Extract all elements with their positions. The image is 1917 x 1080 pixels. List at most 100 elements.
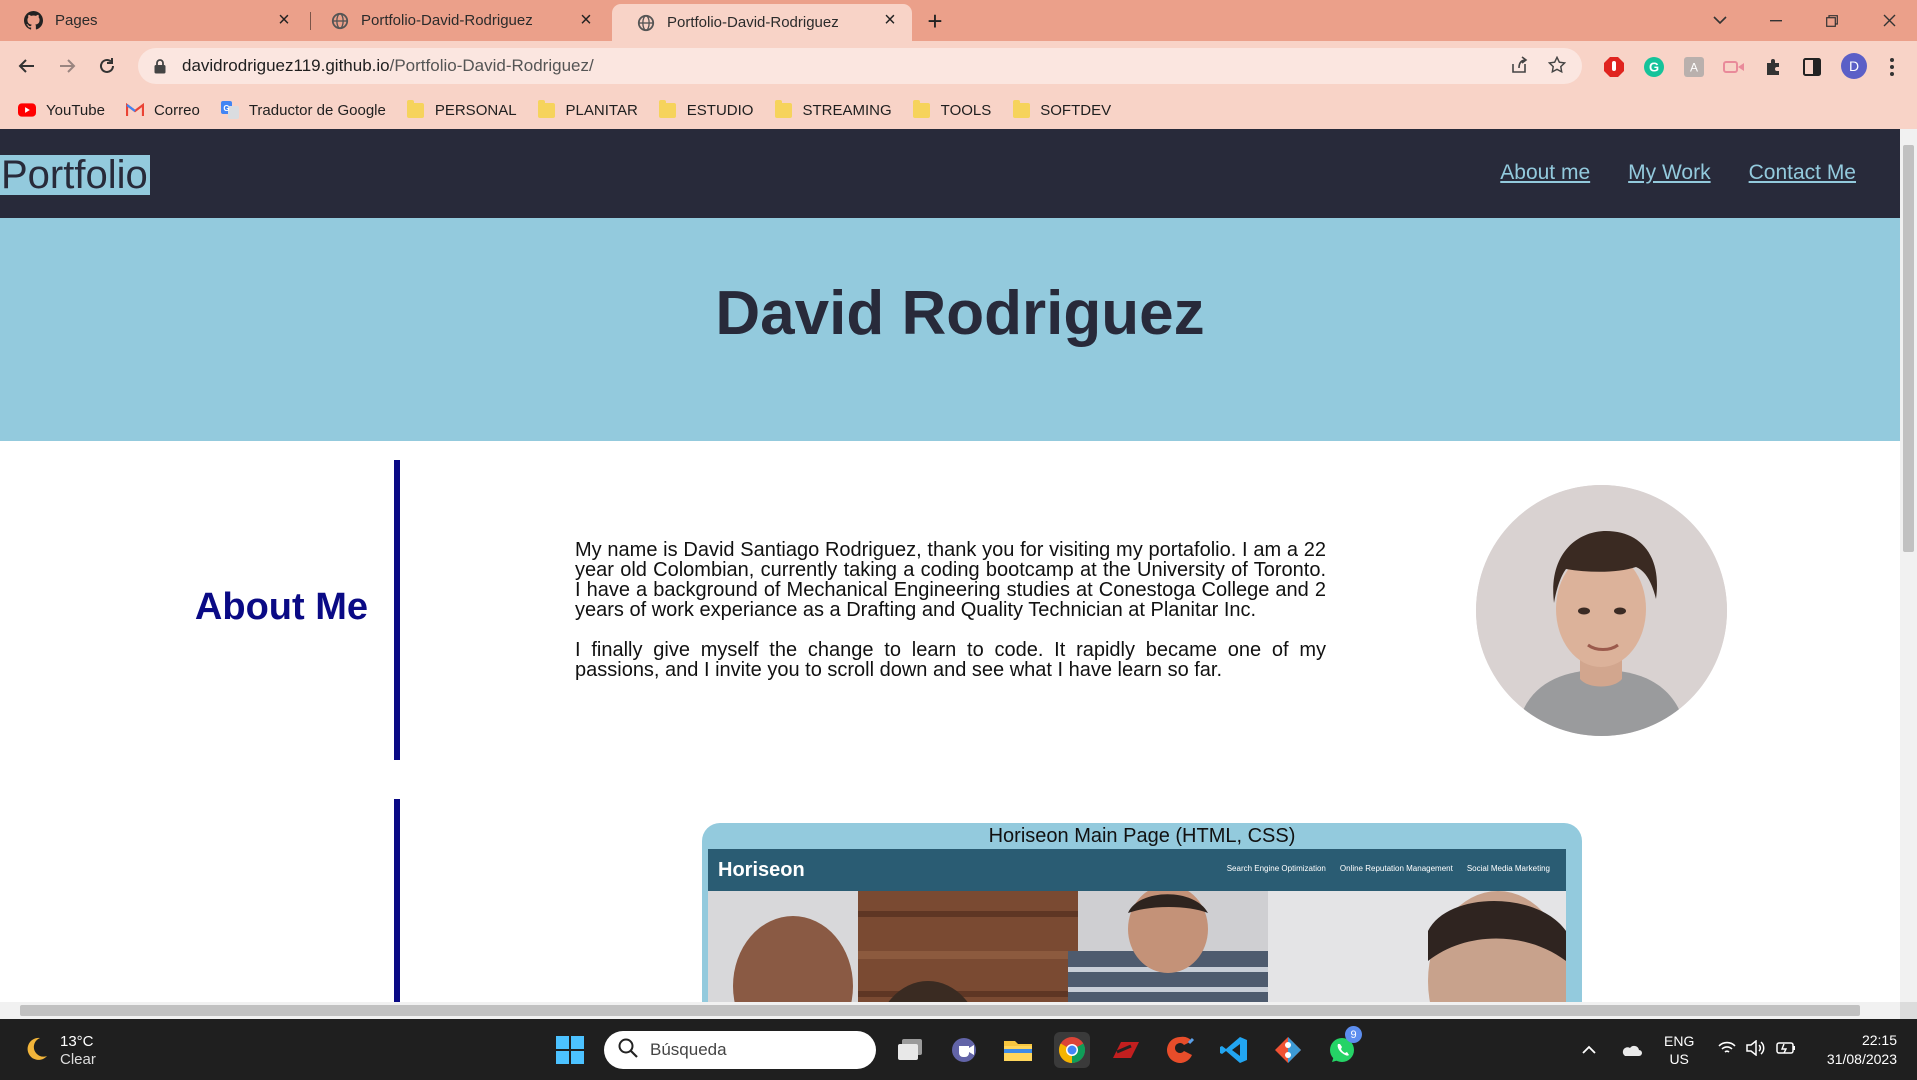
close-tab-icon[interactable]: × xyxy=(880,9,900,31)
clock-time: 22:15 xyxy=(1861,1032,1897,1048)
bookmark-label: ESTUDIO xyxy=(686,101,754,119)
profile-avatar[interactable]: D xyxy=(1840,52,1868,80)
ccleaner-icon[interactable] xyxy=(1162,1032,1198,1068)
tab-pages[interactable]: Pages × xyxy=(0,0,306,41)
search-placeholder: Búsqueda xyxy=(650,1040,727,1059)
github-icon xyxy=(24,11,43,30)
vertical-scrollbar-thumb[interactable] xyxy=(1903,145,1914,552)
vscode-icon[interactable] xyxy=(1216,1032,1252,1068)
reload-button[interactable] xyxy=(92,51,122,81)
tab-title: Pages xyxy=(55,12,98,29)
bookmark-folder-streaming[interactable]: STREAMING xyxy=(774,99,892,119)
bookmark-folder-estudio[interactable]: ESTUDIO xyxy=(659,99,754,119)
side-panel-icon[interactable] xyxy=(1800,55,1824,79)
horiseon-nav-link: Search Engine Optimization xyxy=(1226,864,1326,873)
profile-photo xyxy=(1476,485,1727,736)
horiseon-hero-image xyxy=(708,891,1566,1002)
bookmark-folder-tools[interactable]: TOOLS xyxy=(913,99,992,119)
site-brand: Portfolio xyxy=(0,153,150,197)
horiseon-nav-link: Online Reputation Management xyxy=(1339,864,1453,873)
work-screenshot[interactable]: Horiseon Search Engine Optimization Onli… xyxy=(708,849,1566,1002)
more-menu-icon[interactable] xyxy=(1882,55,1902,79)
translate-extension-icon[interactable]: A xyxy=(1682,55,1706,79)
extensions-puzzle-icon[interactable] xyxy=(1762,55,1786,79)
adblock-extension-icon[interactable] xyxy=(1602,55,1626,79)
bookmark-google-translate[interactable]: G Traductor de Google xyxy=(220,101,386,119)
bookmark-correo[interactable]: Correo xyxy=(125,101,200,119)
youtube-icon xyxy=(18,101,36,119)
chrome-dev-icon[interactable] xyxy=(1054,1032,1090,1068)
new-tab-button[interactable]: + xyxy=(920,6,950,36)
google-translate-icon: G xyxy=(220,101,239,119)
whatsapp-badge: 9 xyxy=(1345,1026,1362,1043)
browser-toolbar: davidrodriguez119.github.io/Portfolio-Da… xyxy=(0,41,1917,91)
folder-icon xyxy=(774,99,792,119)
tab-search-icon[interactable] xyxy=(1692,0,1748,41)
system-clock[interactable]: 22:15 31/08/2023 xyxy=(1827,1031,1897,1069)
nav-link-about-me[interactable]: About me xyxy=(1500,161,1590,185)
task-view-icon[interactable] xyxy=(892,1032,928,1068)
file-explorer-icon[interactable] xyxy=(1000,1032,1036,1068)
hero-title: David Rodriguez xyxy=(715,279,1205,348)
minimize-icon[interactable] xyxy=(1748,0,1804,41)
folder-icon xyxy=(1012,99,1030,119)
bookmark-star-icon[interactable] xyxy=(1547,55,1567,79)
whatsapp-icon[interactable]: 9 xyxy=(1324,1026,1362,1068)
bookmark-folder-planitar[interactable]: PLANITAR xyxy=(538,99,638,119)
red-app-icon[interactable] xyxy=(1108,1032,1144,1068)
wifi-icon xyxy=(1718,1041,1736,1058)
horizontal-scrollbar[interactable] xyxy=(0,1002,1900,1019)
close-tab-icon[interactable]: × xyxy=(274,9,294,31)
language-indicator[interactable]: ENG US xyxy=(1664,1019,1694,1080)
windows-start-icon[interactable] xyxy=(552,1032,588,1068)
url-path: /Portfolio-David-Rodriguez/ xyxy=(389,56,594,75)
volume-icon xyxy=(1746,1039,1766,1059)
tab-portfolio-1[interactable]: Portfolio-David-Rodriguez × xyxy=(306,0,608,41)
git-icon[interactable] xyxy=(1270,1032,1306,1068)
bookmark-folder-personal[interactable]: PERSONAL xyxy=(407,99,517,119)
share-icon[interactable] xyxy=(1510,56,1528,79)
screen-recorder-extension-icon[interactable] xyxy=(1722,55,1746,79)
lock-icon[interactable] xyxy=(152,58,168,74)
folder-icon xyxy=(538,99,556,119)
svg-text:A: A xyxy=(1690,61,1698,75)
onedrive-icon[interactable] xyxy=(1620,1019,1642,1080)
browser-tab-strip: Pages × Portfolio-David-Rodriguez × Port… xyxy=(0,0,1917,41)
system-tray-status[interactable] xyxy=(1718,1019,1796,1080)
about-paragraph: I finally give myself the change to lear… xyxy=(575,639,1326,681)
close-tab-icon[interactable]: × xyxy=(576,9,596,31)
work-card-horiseon[interactable]: Horiseon Main Page (HTML, CSS) Horiseon … xyxy=(702,823,1582,1002)
language-lang: ENG xyxy=(1664,1032,1695,1049)
nav-link-my-work[interactable]: My Work xyxy=(1628,161,1710,185)
bookmark-folder-softdev[interactable]: SOFTDEV xyxy=(1012,99,1111,119)
clock-date: 31/08/2023 xyxy=(1826,1051,1897,1067)
close-window-icon[interactable] xyxy=(1861,0,1917,41)
site-header: Portfolio About me My Work Contact Me xyxy=(0,129,1900,218)
moon-icon xyxy=(22,1035,50,1067)
url-text[interactable]: davidrodriguez119.github.io/Portfolio-Da… xyxy=(182,56,594,76)
hero-banner: David Rodriguez xyxy=(0,218,1900,441)
teams-chat-icon[interactable] xyxy=(946,1032,982,1068)
tab-portfolio-active[interactable]: Portfolio-David-Rodriguez × xyxy=(612,4,912,41)
scrollbar-corner xyxy=(1900,1002,1917,1019)
nav-link-contact-me[interactable]: Contact Me xyxy=(1749,161,1856,185)
restore-icon[interactable] xyxy=(1804,0,1860,41)
bookmark-label: PLANITAR xyxy=(565,101,638,119)
taskbar-search[interactable]: Búsqueda xyxy=(604,1031,876,1069)
forward-button[interactable] xyxy=(52,51,82,81)
about-divider xyxy=(394,460,400,760)
address-bar[interactable]: davidrodriguez119.github.io/Portfolio-Da… xyxy=(138,48,1582,84)
windows-taskbar: 13°C Clear Búsqueda 9 ENG US 22:15 31/08… xyxy=(0,1019,1917,1080)
weather-widget[interactable]: 13°C Clear xyxy=(22,1033,96,1069)
bookmark-label: TOOLS xyxy=(940,101,992,119)
bookmark-label: PERSONAL xyxy=(434,101,517,119)
folder-icon xyxy=(659,99,677,119)
show-hidden-icons[interactable] xyxy=(1582,1019,1596,1080)
globe-icon xyxy=(636,13,655,32)
page-viewport: Portfolio About me My Work Contact Me Da… xyxy=(0,129,1900,1002)
bookmark-youtube[interactable]: YouTube xyxy=(18,101,105,119)
horizontal-scrollbar-thumb[interactable] xyxy=(20,1005,1860,1016)
grammarly-extension-icon[interactable]: G xyxy=(1642,55,1666,79)
back-button[interactable] xyxy=(12,51,42,81)
vertical-scrollbar[interactable] xyxy=(1900,129,1917,1002)
